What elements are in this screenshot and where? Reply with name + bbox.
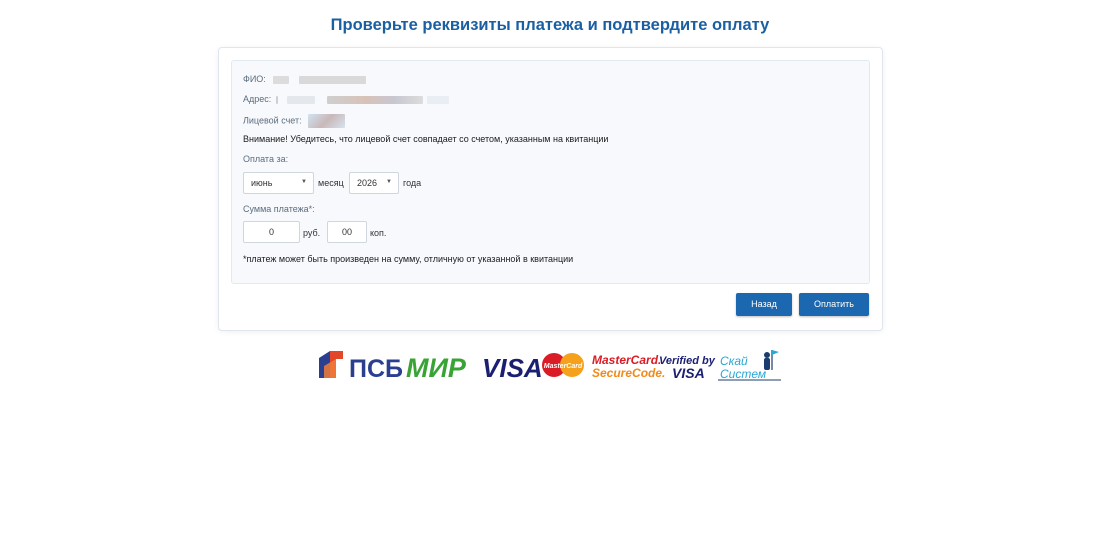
kopecks-unit: коп. (370, 228, 387, 238)
mc-secure-line2: SecureCode. (592, 366, 665, 380)
address-redacted (326, 95, 423, 104)
page-title: Проверьте реквизиты платежа и подтвердит… (330, 16, 770, 34)
vbv-line2: VISA (672, 365, 705, 381)
mastercard-logo: MasterCard (542, 353, 584, 377)
mir-logo: МИР (406, 353, 467, 382)
figure-icon (764, 352, 770, 358)
mastercard-securecode-logo: MasterCard. SecureCode. (592, 353, 665, 380)
chevron-down-icon: ▼ (386, 179, 392, 185)
account-label: Лицевой счет: (243, 115, 302, 126)
year-select[interactable]: 2026 ▼ (349, 172, 399, 194)
amount-label: Сумма платежа*: (243, 204, 315, 214)
account-warning: Внимание! Убедитесь, что лицевой счет со… (243, 134, 609, 144)
amount-note: *платеж может быть произведен на сумму, … (243, 254, 574, 264)
psb-logo: ПСБ (319, 351, 403, 382)
fio-redacted (298, 75, 366, 84)
address-row: Адрес: (243, 94, 450, 104)
account-row: Лицевой счет: (243, 114, 346, 128)
mc-secure-line1: MasterCard. (592, 353, 661, 367)
address-label: Адрес: (243, 94, 272, 104)
visa-logo: VISA (482, 353, 543, 382)
verified-by-visa-logo: Verified by VISA (659, 355, 716, 381)
fio-row: ФИО: (243, 74, 366, 84)
month-value: июнь (251, 178, 273, 188)
psb-text: ПСБ (349, 355, 403, 382)
sky-line1: Скай (720, 354, 748, 368)
period-label: Оплата за: (243, 154, 289, 164)
mastercard-text: MasterCard (544, 363, 583, 370)
rubles-unit: руб. (303, 228, 321, 238)
pay-button[interactable]: Оплатить (799, 293, 869, 316)
fio-label: ФИО: (243, 74, 266, 84)
month-select[interactable]: июнь ▼ (243, 172, 314, 194)
rubles-input[interactable]: 0 (243, 221, 300, 243)
payment-systems-logos: ПСБ МИР VISA MasterCard MasterCard. Secu… (319, 350, 781, 382)
fio-redacted (273, 75, 290, 84)
sky-line2: Систем (720, 367, 766, 381)
chevron-down-icon: ▼ (301, 179, 307, 185)
sky-system-logo: Скай Систем (718, 350, 781, 381)
year-value: 2026 (357, 178, 378, 188)
address-redacted (287, 95, 316, 104)
payment-details-panel: ФИО: Адрес: Лицевой счет: Внимание! Убед… (231, 60, 870, 284)
year-unit: года (403, 178, 422, 188)
kopecks-input[interactable]: 00 (327, 221, 367, 243)
back-button[interactable]: Назад (736, 293, 792, 316)
payment-card: ФИО: Адрес: Лицевой счет: Внимание! Убед… (218, 47, 883, 331)
account-redacted (308, 114, 346, 128)
month-unit: месяц (318, 178, 344, 188)
